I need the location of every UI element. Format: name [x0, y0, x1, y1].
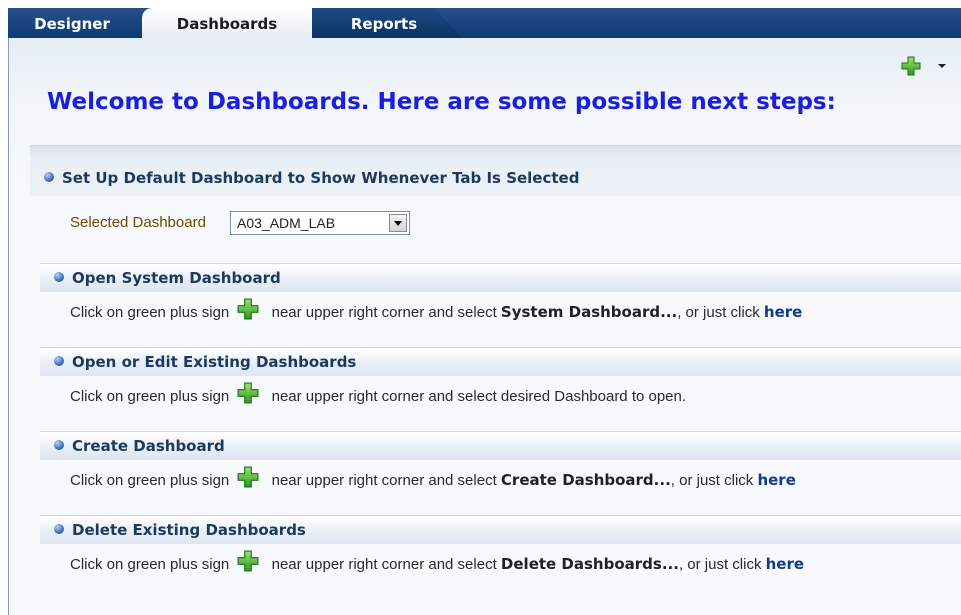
selected-dashboard-value: A03_ADM_LAB: [237, 215, 336, 231]
section-delete-dashboards: Delete Existing Dashboards: [40, 515, 961, 544]
section-title: Set Up Default Dashboard to Show Wheneve…: [62, 169, 580, 187]
bullet-icon: [44, 171, 54, 182]
green-plus-icon: [237, 550, 259, 572]
page-title: Welcome to Dashboards. Here are some pos…: [47, 89, 836, 115]
instruction-line: Click on green plus sign near upper righ…: [70, 386, 686, 408]
dropdown-arrow-icon[interactable]: [389, 214, 407, 232]
tab-designer[interactable]: Designer: [16, 8, 128, 38]
section-title: Open System Dashboard: [72, 269, 281, 287]
tab-dashboards[interactable]: Dashboards: [142, 8, 312, 38]
section-create-dashboard: Create Dashboard: [40, 431, 961, 460]
delete-dashboards-link[interactable]: here: [766, 555, 804, 573]
tab-bar: Designer Reports Dashboards: [8, 8, 961, 38]
section-title: Create Dashboard: [72, 437, 225, 455]
section-default-dashboard: Set Up Default Dashboard to Show Wheneve…: [30, 145, 961, 196]
green-plus-icon: [237, 382, 259, 404]
create-dashboard-link[interactable]: here: [757, 471, 795, 489]
bullet-icon: [54, 355, 64, 366]
instruction-line: Click on green plus sign near upper righ…: [70, 470, 796, 492]
section-open-system-dashboard: Open System Dashboard: [40, 263, 961, 292]
tab-reports[interactable]: Reports: [306, 8, 462, 38]
instruction-line: Click on green plus sign near upper righ…: [70, 554, 804, 576]
green-plus-icon: [237, 298, 259, 320]
section-open-edit-dashboards: Open or Edit Existing Dashboards: [40, 347, 961, 376]
bullet-icon: [54, 439, 64, 450]
green-plus-icon: [237, 466, 259, 488]
dropdown-caret-icon[interactable]: [938, 64, 946, 68]
add-plus-icon[interactable]: [901, 56, 921, 76]
section-title: Open or Edit Existing Dashboards: [72, 353, 357, 371]
bullet-icon: [54, 523, 64, 534]
system-dashboard-link[interactable]: here: [764, 303, 802, 321]
selected-dashboard-label: Selected Dashboard: [70, 214, 206, 231]
bullet-icon: [54, 271, 64, 282]
instruction-line: Click on green plus sign near upper righ…: [70, 302, 802, 324]
selected-dashboard-select[interactable]: A03_ADM_LAB: [230, 211, 410, 235]
section-title: Delete Existing Dashboards: [72, 521, 306, 539]
